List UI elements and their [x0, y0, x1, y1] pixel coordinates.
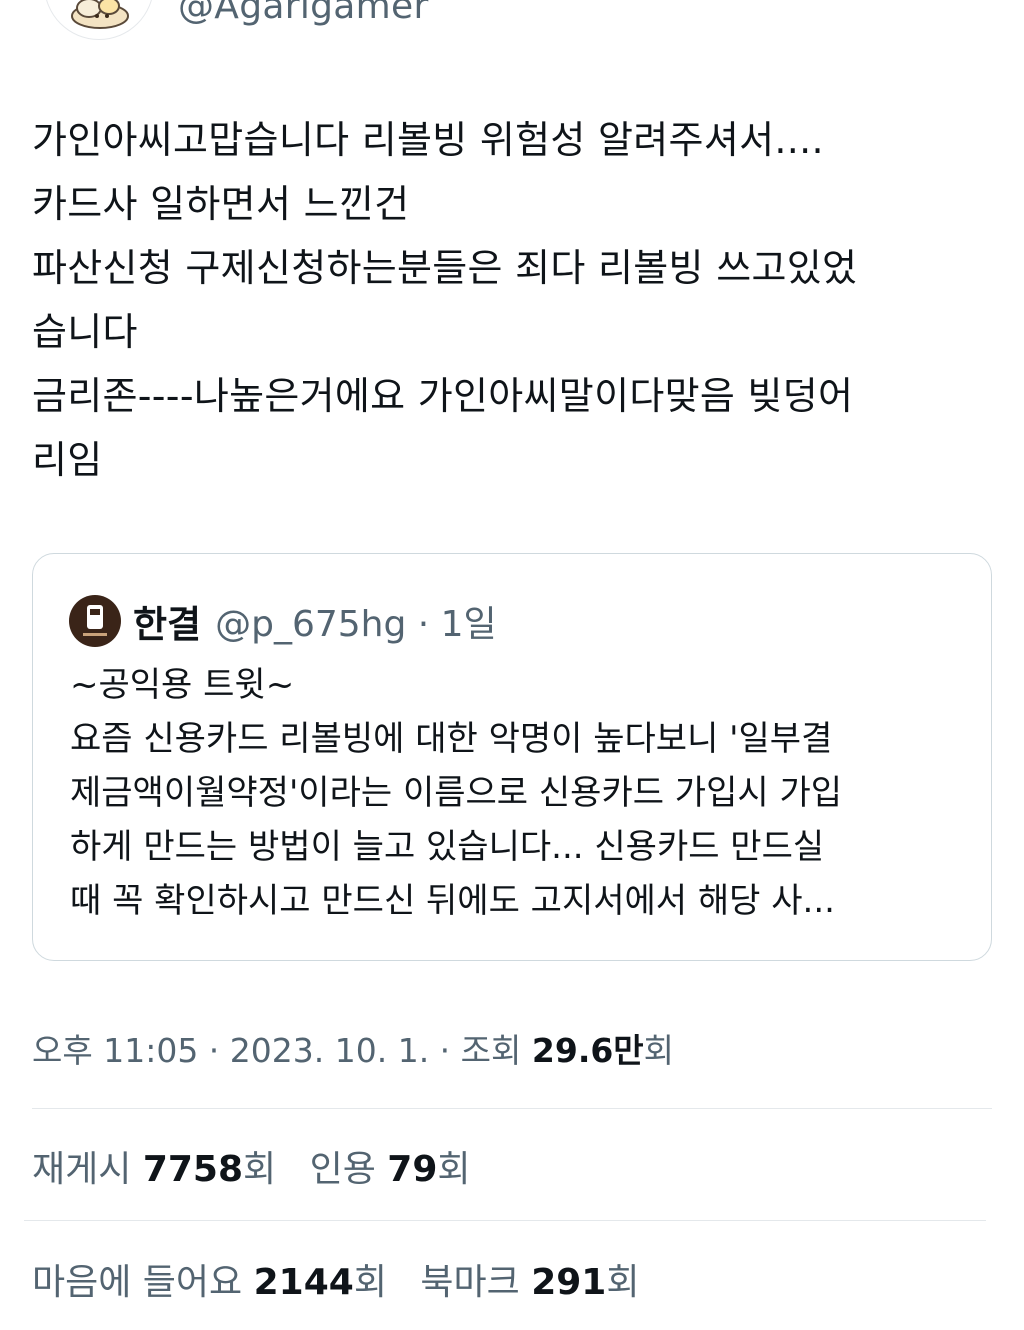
- author-avatar[interactable]: [44, 0, 154, 40]
- quote-line: 하게 만드는 방법이 늘고 있습니다... 신용카드 만드실: [70, 827, 825, 867]
- quote-author-handle-time: @p_675hg · 1일: [215, 604, 497, 645]
- quote-avatar[interactable]: [69, 595, 121, 647]
- tweet-meta: 오후 11:05 · 2023. 10. 1. · 조회 29.6만회: [32, 1024, 674, 1072]
- view-unit: 회: [643, 1031, 675, 1070]
- tweet-line: 파산신청 구제신청하는분들은 죄다 리볼빙 쓰고있었: [32, 246, 858, 290]
- timestamp[interactable]: 오후 11:05 · 2023. 10. 1. · 조회: [32, 1031, 532, 1070]
- tweet-line: 리임: [32, 438, 103, 482]
- quoted-tweet-text: ~공익용 트윗~ 요즘 신용카드 리볼빙에 대한 악명이 높다보니 '일부결 제…: [70, 658, 980, 928]
- quote-line: 제금액이월약정'이라는 이름으로 신용카드 가입시 가입: [70, 773, 843, 813]
- quote-line: 때 꼭 확인하시고 만드신 뒤에도 고지서에서 해당 사...: [70, 881, 835, 921]
- tweet-line: 가인아씨고맙습니다 리볼빙 위험성 알려주셔서....: [32, 118, 824, 162]
- bookmark-count[interactable]: 북마크 291회: [420, 1253, 639, 1305]
- tweet-line: 습니다: [32, 310, 138, 354]
- quote-line: ~공익용 트윗~: [70, 665, 295, 705]
- like-count[interactable]: 마음에 들어요 2144회: [32, 1253, 387, 1305]
- tweet-line: 카드사 일하면서 느낀건: [32, 182, 410, 226]
- tweet-line: 금리존----나높은거에요 가인아씨말이다맞음 빚덩어: [32, 374, 854, 418]
- author-handle[interactable]: @Agarigamer: [178, 0, 429, 27]
- quote-count[interactable]: 인용 79회: [310, 1140, 471, 1192]
- view-count: 29.6만: [531, 1031, 644, 1070]
- cloud-bread-avatar-icon: [71, 0, 129, 29]
- divider: [24, 1220, 986, 1221]
- quoted-tweet-card[interactable]: 한결 @p_675hg · 1일 ~공익용 트윗~ 요즘 신용카드 리볼빙에 대…: [32, 553, 992, 961]
- retweet-count[interactable]: 재게시 7758회: [32, 1140, 276, 1192]
- quote-author-name[interactable]: 한결: [133, 594, 201, 648]
- quote-line: 요즘 신용카드 리볼빙에 대한 악명이 높다보니 '일부결: [70, 719, 833, 759]
- tweet-text: 가인아씨고맙습니다 리볼빙 위험성 알려주셔서.... 카드사 일하면서 느낀건…: [32, 108, 1007, 492]
- engagement-row-1: 재게시 7758회 인용 79회: [32, 1140, 493, 1192]
- quoted-tweet-header: 한결 @p_675hg · 1일: [69, 594, 497, 648]
- divider: [32, 1108, 992, 1109]
- cafe-logo-avatar-icon: [83, 605, 107, 636]
- engagement-row-2: 마음에 들어요 2144회 북마크 291회: [32, 1253, 661, 1305]
